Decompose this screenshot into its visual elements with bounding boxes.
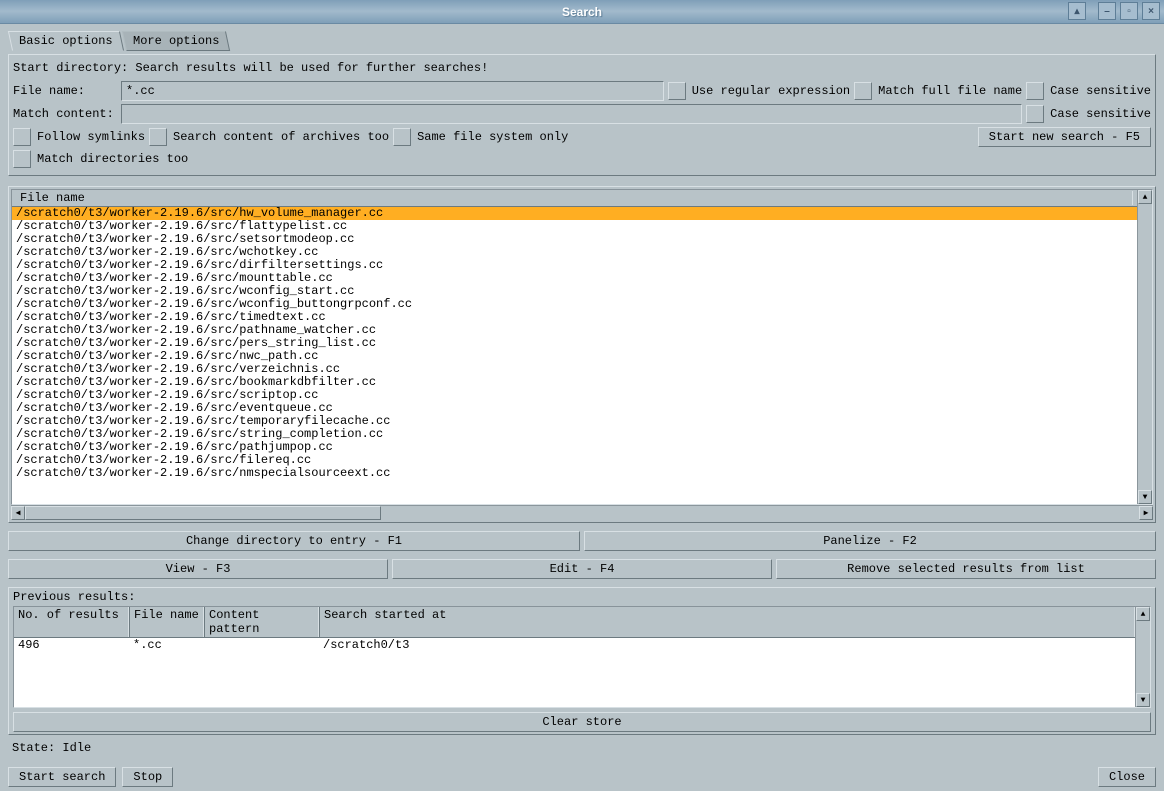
fullname-label: Match full file name (878, 84, 1022, 98)
status-label: State: (12, 741, 55, 755)
prev-header-started[interactable]: Search started at (319, 607, 1135, 637)
filename-input[interactable] (121, 81, 664, 101)
edit-button[interactable]: Edit - F4 (392, 559, 772, 579)
scroll-down-icon[interactable]: ▼ (1136, 693, 1150, 707)
results-header-filename[interactable]: File name (16, 191, 1133, 205)
match-content-input[interactable] (121, 104, 1022, 124)
match-dirs-checkbox[interactable] (13, 150, 31, 168)
minimize-icon[interactable]: – (1098, 2, 1116, 20)
results-horizontal-scrollbar[interactable]: ◀ ▶ (11, 505, 1153, 520)
case-name-checkbox[interactable] (1026, 82, 1044, 100)
follow-symlinks-checkbox[interactable] (13, 128, 31, 146)
archives-label: Search content of archives too (173, 130, 389, 144)
match-dirs-label: Match directories too (37, 152, 188, 166)
prev-result-row[interactable]: 496 *.cc /scratch0/t3 (14, 638, 1135, 652)
view-button[interactable]: View - F3 (8, 559, 388, 579)
same-fs-checkbox[interactable] (393, 128, 411, 146)
prev-vertical-scrollbar[interactable]: ▲ ▼ (1135, 607, 1150, 707)
fullname-checkbox[interactable] (854, 82, 872, 100)
regex-checkbox[interactable] (668, 82, 686, 100)
tab-basic-options[interactable]: Basic options (8, 31, 124, 51)
close-button[interactable]: Close (1098, 767, 1156, 787)
filename-label: File name: (13, 84, 117, 98)
clear-store-button[interactable]: Clear store (13, 712, 1151, 732)
same-fs-label: Same file system only (417, 130, 568, 144)
prev-cell-started: /scratch0/t3 (319, 638, 1135, 652)
case-content-label: Case sensitive (1050, 107, 1151, 121)
maximize-icon[interactable]: ▫ (1120, 2, 1138, 20)
previous-results-title: Previous results: (13, 590, 1151, 604)
prev-header-pattern[interactable]: Content pattern (204, 607, 319, 637)
rollup-button[interactable]: ▴ (1068, 2, 1086, 20)
remove-results-button[interactable]: Remove selected results from list (776, 559, 1156, 579)
follow-symlinks-label: Follow symlinks (37, 130, 145, 144)
change-directory-button[interactable]: Change directory to entry - F1 (8, 531, 580, 551)
results-vertical-scrollbar[interactable]: ▲ ▼ (1137, 190, 1152, 504)
status-value: Idle (62, 741, 91, 755)
scroll-up-icon[interactable]: ▲ (1136, 607, 1150, 621)
case-content-checkbox[interactable] (1026, 105, 1044, 123)
start-directory-info: Start directory: Search results will be … (13, 61, 1151, 75)
prev-header-count[interactable]: No. of results (14, 607, 129, 637)
prev-cell-filename: *.cc (129, 638, 204, 652)
scroll-left-icon[interactable]: ◀ (11, 506, 25, 520)
panelize-button[interactable]: Panelize - F2 (584, 531, 1156, 551)
prev-header-filename[interactable]: File name (129, 607, 204, 637)
start-new-search-button[interactable]: Start new search - F5 (978, 127, 1151, 147)
archives-checkbox[interactable] (149, 128, 167, 146)
result-row[interactable]: /scratch0/t3/worker-2.19.6/src/nmspecial… (12, 467, 1137, 480)
tab-more-options[interactable]: More options (121, 31, 230, 51)
case-name-label: Case sensitive (1050, 84, 1151, 98)
scroll-right-icon[interactable]: ▶ (1139, 506, 1153, 520)
prev-cell-pattern (204, 638, 319, 652)
match-content-label: Match content: (13, 107, 117, 121)
close-icon[interactable]: × (1142, 2, 1160, 20)
start-search-button[interactable]: Start search (8, 767, 116, 787)
scroll-up-icon[interactable]: ▲ (1138, 190, 1152, 204)
window-title: Search (562, 5, 602, 19)
prev-cell-count: 496 (14, 638, 129, 652)
stop-button[interactable]: Stop (122, 767, 173, 787)
scroll-down-icon[interactable]: ▼ (1138, 490, 1152, 504)
window-titlebar: Search ▴ – ▫ × (0, 0, 1164, 24)
regex-label: Use regular expression (692, 84, 850, 98)
